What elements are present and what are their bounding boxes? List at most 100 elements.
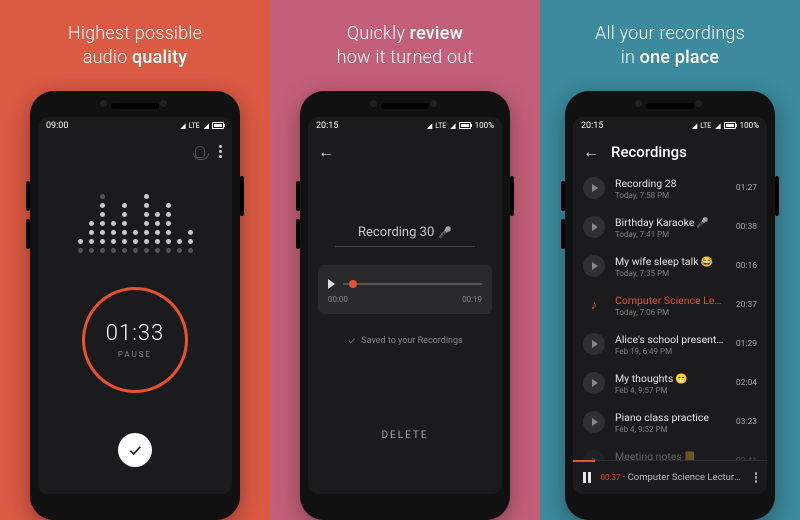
headline-line1: Highest possible bbox=[68, 23, 202, 44]
recording-sub: Today, 7:06 PM bbox=[615, 308, 726, 317]
play-button[interactable] bbox=[583, 255, 605, 277]
clock: 20:15 bbox=[581, 121, 603, 131]
seek-knob[interactable] bbox=[349, 280, 357, 288]
play-button[interactable] bbox=[583, 411, 605, 433]
recordings-list[interactable]: Recording 28Today, 7:58 PM 01:27 Birthday … bbox=[573, 169, 767, 460]
recording-duration: 01:29 bbox=[736, 339, 757, 349]
recording-sub: Feb 4, 9:52 PM bbox=[615, 425, 726, 434]
time-end: 00:19 bbox=[462, 295, 482, 304]
now-playing-icon[interactable]: ♪ bbox=[583, 294, 605, 316]
back-icon[interactable]: ← bbox=[318, 144, 334, 160]
headline-strong: one place bbox=[640, 47, 720, 68]
headline-line2: how it turned out bbox=[337, 47, 474, 68]
recording-duration: 03:23 bbox=[736, 417, 757, 427]
overflow-menu-icon[interactable] bbox=[219, 145, 222, 158]
clock: 09:00 bbox=[46, 121, 68, 131]
lte-label: LTE bbox=[435, 122, 446, 130]
recording-sub: Today, 7:41 PM bbox=[615, 230, 726, 239]
page-title: Recordings bbox=[611, 143, 687, 161]
recording-sub: Today, 7:35 PM bbox=[615, 269, 726, 278]
recording-name: Alice's school presentation❤️ bbox=[615, 333, 726, 346]
recording-duration: 01:27 bbox=[736, 183, 757, 193]
play-button[interactable] bbox=[583, 450, 605, 460]
saved-text: Saved to your Recordings bbox=[361, 336, 462, 346]
recording-name: Recording 28 bbox=[615, 177, 726, 190]
status-bar: 20:15 ◢ LTE ◢ 100% bbox=[308, 117, 502, 135]
phone-frame: 20:15 ◢ LTE ◢ 100% ← Recordings Recordin… bbox=[565, 91, 775, 520]
headline: Highest possible audio quality bbox=[68, 22, 202, 71]
play-button[interactable] bbox=[583, 372, 605, 394]
screen-recording: 09:00 ◢ LTE ◢ bbox=[38, 117, 232, 494]
recording-row[interactable]: Recording 28Today, 7:58 PM 01:27 bbox=[573, 169, 767, 208]
play-icon bbox=[592, 262, 598, 270]
play-button[interactable] bbox=[583, 177, 605, 199]
battery-pct: 100% bbox=[475, 121, 494, 130]
recording-title-field[interactable]: Recording 30 🎤 bbox=[335, 225, 475, 247]
headline-line2a: audio bbox=[83, 47, 132, 68]
promo-panel-list: All your recordings in one place 20:15 ◢… bbox=[540, 0, 800, 520]
headline: Quickly review how it turned out bbox=[337, 22, 474, 71]
recording-sub: Today, 7:58 PM bbox=[615, 191, 726, 200]
elapsed-time: 01:33 bbox=[106, 321, 164, 346]
pause-label: PAUSE bbox=[118, 350, 152, 359]
play-icon bbox=[592, 223, 598, 231]
lte-label: LTE bbox=[700, 122, 711, 130]
signal-icon: ◢ bbox=[204, 122, 208, 130]
play-button[interactable] bbox=[583, 216, 605, 238]
app-topbar: ← bbox=[308, 135, 502, 169]
recording-name: Meeting notes📒 bbox=[615, 450, 726, 460]
signal-icon: ◢ bbox=[715, 122, 719, 130]
time-start: 00:00 bbox=[328, 295, 348, 304]
battery-icon bbox=[459, 122, 471, 129]
delete-button[interactable]: DELETE bbox=[381, 430, 428, 441]
recording-title: Recording 30 bbox=[358, 225, 434, 240]
play-button[interactable] bbox=[583, 333, 605, 355]
recording-sub: Feb 4, 9:57 PM bbox=[615, 386, 726, 395]
recording-row[interactable]: Birthday Karaoke🎤Today, 7:41 PM00:38 bbox=[573, 208, 767, 247]
phone-frame: 20:15 ◢ LTE ◢ 100% ← Recording 30 🎤 bbox=[300, 91, 510, 520]
play-icon bbox=[592, 418, 598, 426]
record-ring[interactable]: 01:33 PAUSE bbox=[82, 287, 188, 393]
audio-player: 00:00 00:19 bbox=[318, 265, 492, 314]
recording-name: Birthday Karaoke🎤 bbox=[615, 216, 726, 229]
recording-row[interactable]: My wife sleep talk😂Today, 7:35 PM00:16 bbox=[573, 247, 767, 286]
recording-row[interactable]: Piano class practiceFeb 4, 9:52 PM 03:23 bbox=[573, 403, 767, 442]
now-playing-bar[interactable]: 00:37 · Computer Science Lecture 📒 bbox=[573, 460, 767, 494]
status-bar: 20:15 ◢ LTE ◢ 100% bbox=[573, 117, 767, 135]
recording-duration: 20:37 bbox=[736, 300, 757, 310]
headline: All your recordings in one place bbox=[595, 22, 745, 71]
recording-row[interactable]: Meeting notes📒Feb 4, 9:49 PM02:41 bbox=[573, 442, 767, 460]
audio-visualizer bbox=[78, 183, 193, 253]
recording-row[interactable]: My thoughts😁Feb 4, 9:57 PM02:04 bbox=[573, 364, 767, 403]
seek-track[interactable] bbox=[343, 283, 482, 285]
signal-icon: ◢ bbox=[180, 122, 184, 130]
promo-panel-review: Quickly review how it turned out 20:15 ◢… bbox=[270, 0, 540, 520]
app-topbar bbox=[38, 135, 232, 169]
recording-duration: 02:04 bbox=[736, 378, 757, 388]
clock: 20:15 bbox=[316, 121, 338, 131]
saved-message: Saved to your Recordings bbox=[347, 336, 462, 346]
promo-panel-quality: Highest possible audio quality 09:00 ◢ L… bbox=[0, 0, 270, 520]
finish-button[interactable] bbox=[118, 433, 152, 467]
pause-icon[interactable] bbox=[583, 472, 591, 483]
mic-icon[interactable] bbox=[195, 146, 205, 158]
play-icon[interactable] bbox=[328, 279, 335, 289]
check-icon bbox=[347, 336, 356, 345]
status-bar: 09:00 ◢ LTE ◢ bbox=[38, 117, 232, 135]
battery-icon bbox=[724, 122, 736, 129]
back-icon[interactable]: ← bbox=[583, 144, 599, 160]
recording-duration: 00:16 bbox=[736, 261, 757, 271]
battery-icon bbox=[212, 122, 224, 129]
now-emoji: 📒 bbox=[741, 472, 744, 483]
recording-row[interactable]: ♪Computer Science Lecture📒Today, 7:06 PM… bbox=[573, 286, 767, 325]
phone-frame: 09:00 ◢ LTE ◢ bbox=[30, 91, 240, 520]
overflow-menu-icon[interactable] bbox=[755, 472, 758, 483]
app-topbar: ← Recordings bbox=[573, 135, 767, 169]
recording-row[interactable]: Alice's school presentation❤️Feb 19, 6:4… bbox=[573, 325, 767, 364]
now-playing-text: 00:37 · Computer Science Lecture 📒 bbox=[601, 472, 745, 483]
recording-name: Piano class practice bbox=[615, 411, 726, 424]
screen-review: 20:15 ◢ LTE ◢ 100% ← Recording 30 🎤 bbox=[308, 117, 502, 494]
signal-icon: ◢ bbox=[692, 122, 696, 130]
screen-recordings-list: 20:15 ◢ LTE ◢ 100% ← Recordings Recordin… bbox=[573, 117, 767, 494]
headline-strong: review bbox=[410, 23, 463, 44]
